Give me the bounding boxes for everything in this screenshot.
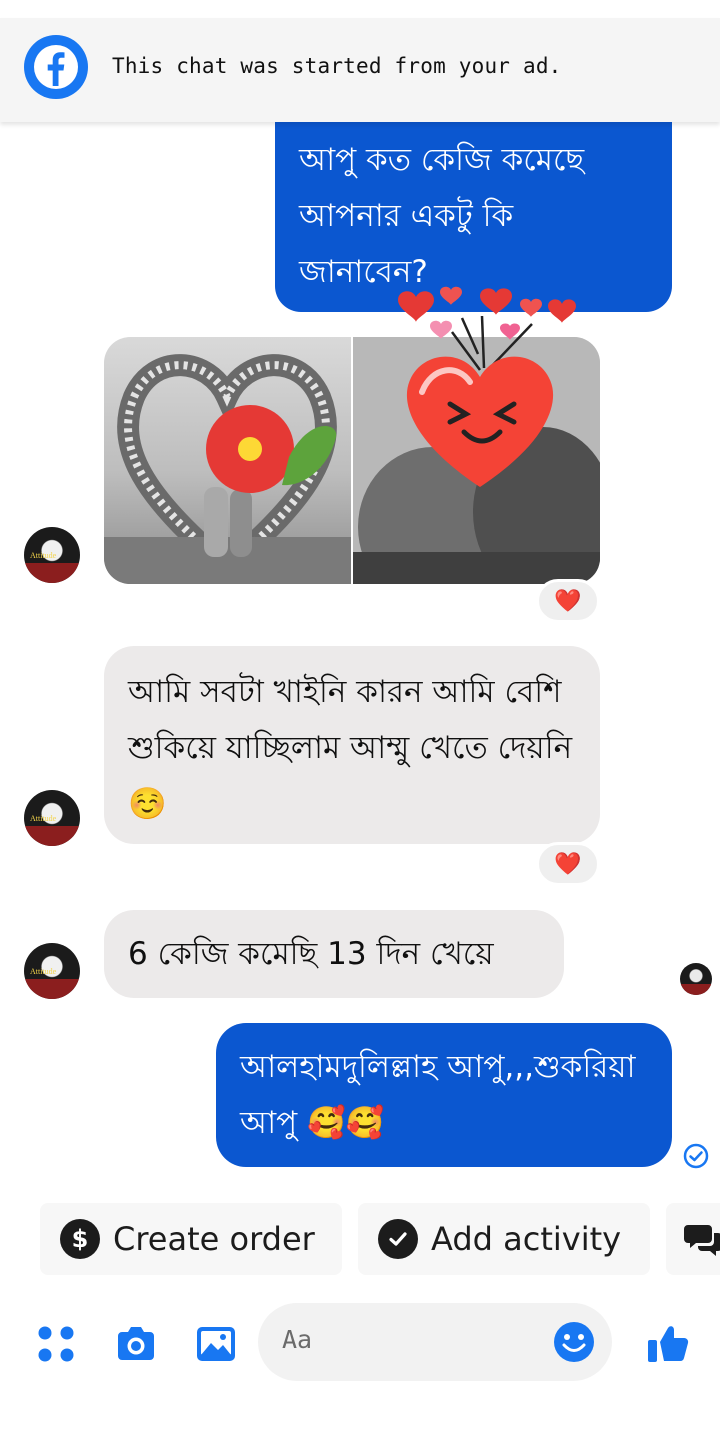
create-order-label: Create order	[113, 1220, 315, 1258]
contact-avatar[interactable]: Attitude	[24, 943, 80, 999]
message-input-placeholder: Aa	[282, 1325, 313, 1354]
heart-face-sticker	[398, 286, 576, 487]
contact-avatar[interactable]: Attitude	[24, 527, 80, 583]
delivered-check-icon	[683, 1143, 709, 1169]
add-activity-button[interactable]: Add activity	[358, 1203, 650, 1275]
create-order-button[interactable]: $ Create order	[40, 1203, 342, 1275]
grid-menu-icon[interactable]	[32, 1320, 80, 1368]
avatar-label: Attitude	[30, 967, 57, 976]
emoji-icon[interactable]	[552, 1320, 596, 1364]
ad-notice-text: This chat was started from your ad.	[112, 54, 562, 78]
add-activity-label: Add activity	[431, 1220, 622, 1258]
contact-avatar[interactable]: Attitude	[24, 790, 80, 846]
sent-message-bubble[interactable]: আলহামদুলিল্লাহ আপু,,,শুকরিয়া আপু 🥰🥰	[216, 1023, 672, 1167]
facebook-icon	[24, 35, 88, 99]
received-message-bubble[interactable]: আমি সবটা খাইনি কারন আমি বেশি শুকিয়ে যাচ…	[104, 646, 600, 844]
photo-attachment[interactable]	[104, 337, 351, 584]
heart-reaction-badge[interactable]: ❤️	[536, 842, 600, 886]
avatar-label: Attitude	[30, 551, 57, 560]
check-circle-icon	[378, 1219, 418, 1259]
seen-receipt-avatar	[680, 963, 712, 995]
avatar-label: Attitude	[30, 814, 57, 823]
dollar-icon: $	[60, 1219, 100, 1259]
gallery-icon[interactable]	[192, 1320, 240, 1368]
saved-replies-button[interactable]	[666, 1203, 720, 1275]
chat-bubbles-icon	[684, 1225, 720, 1256]
message-composer: Aa	[0, 1296, 720, 1392]
ad-banner: This chat was started from your ad.	[0, 18, 720, 122]
message-input[interactable]: Aa	[258, 1303, 612, 1381]
camera-icon[interactable]	[112, 1320, 160, 1368]
received-message-bubble[interactable]: 6 কেজি কমেছি 13 দিন খেয়ে	[104, 910, 564, 998]
heart-reaction-badge[interactable]: ❤️	[536, 579, 600, 623]
thumbs-up-icon[interactable]	[644, 1320, 692, 1368]
